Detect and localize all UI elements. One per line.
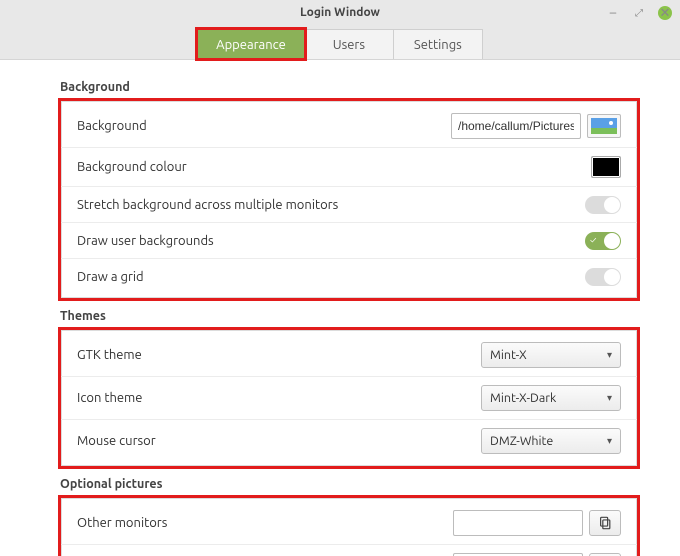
toggle-knob	[604, 197, 620, 213]
icon-theme-dropdown[interactable]: Mint-X-Dark ▾	[481, 385, 621, 411]
stretch-toggle[interactable]: ×	[585, 196, 621, 214]
close-icon[interactable]: ✕	[658, 6, 672, 20]
section-title-optional: Optional pictures	[60, 477, 640, 491]
tab-label: Appearance	[216, 38, 286, 52]
mouse-cursor-dropdown[interactable]: DMZ-White ▾	[481, 428, 621, 454]
background-path-input[interactable]	[451, 113, 581, 139]
minimize-icon[interactable]: –	[606, 6, 620, 20]
dropdown-value: Mint-X-Dark	[490, 391, 556, 405]
window-title: Login Window	[0, 0, 680, 19]
other-monitors-browse-button[interactable]	[589, 510, 621, 536]
row-other-monitors: Other monitors	[61, 502, 637, 544]
row-background-colour: Background colour	[61, 147, 637, 186]
label-draw-grid: Draw a grid	[77, 270, 144, 284]
label-mouse-cursor: Mouse cursor	[77, 434, 156, 448]
background-preview-button[interactable]	[587, 114, 621, 138]
tab-appearance[interactable]: Appearance	[197, 29, 305, 59]
tab-settings[interactable]: Settings	[393, 29, 483, 59]
panel-background: Background Background colour Stretch bac…	[58, 98, 640, 301]
toggle-knob	[604, 269, 620, 285]
row-stretch: Stretch background across multiple monit…	[61, 186, 637, 222]
panel-themes: GTK theme Mint-X ▾ Icon theme Mint-X-Dar…	[58, 327, 640, 469]
row-icon-theme: Icon theme Mint-X-Dark ▾	[61, 376, 637, 419]
row-bottom-left: Bottom left	[61, 544, 637, 556]
tab-label: Users	[333, 38, 365, 52]
section-title-themes: Themes	[60, 309, 640, 323]
toggle-knob	[604, 233, 620, 249]
label-gtk-theme: GTK theme	[77, 348, 142, 362]
toggle-on-mark: ✓	[590, 235, 596, 245]
background-colour-swatch[interactable]	[591, 156, 621, 178]
content-area: Background Background Background colour …	[0, 60, 680, 556]
label-icon-theme: Icon theme	[77, 391, 142, 405]
panel-optional: Other monitors Bottom left	[58, 495, 640, 556]
copy-icon	[598, 516, 612, 530]
other-monitors-input[interactable]	[453, 510, 583, 536]
chevron-down-icon: ▾	[607, 349, 612, 361]
draw-user-bg-toggle[interactable]: ✓	[585, 232, 621, 250]
chevron-down-icon: ▾	[607, 435, 612, 447]
row-draw-user-bg: Draw user backgrounds ✓	[61, 222, 637, 258]
dropdown-value: DMZ-White	[490, 434, 553, 448]
tab-users[interactable]: Users	[304, 29, 394, 59]
gtk-theme-dropdown[interactable]: Mint-X ▾	[481, 342, 621, 368]
image-thumb-icon	[591, 118, 617, 134]
tab-label: Settings	[414, 38, 462, 52]
draw-grid-toggle[interactable]: ×	[585, 268, 621, 286]
label-other-monitors: Other monitors	[77, 516, 167, 530]
control-group	[453, 510, 621, 536]
tab-bar: Appearance Users Settings	[0, 29, 680, 59]
label-background-colour: Background colour	[77, 160, 187, 174]
control-group	[451, 113, 621, 139]
row-background: Background	[61, 105, 637, 147]
label-draw-user-bg: Draw user backgrounds	[77, 234, 214, 248]
row-gtk-theme: GTK theme Mint-X ▾	[61, 334, 637, 376]
section-title-background: Background	[60, 80, 640, 94]
label-background: Background	[77, 119, 147, 133]
chevron-down-icon: ▾	[607, 392, 612, 404]
dropdown-value: Mint-X	[490, 348, 527, 362]
window-controls: – ⤢ ✕	[606, 6, 672, 20]
window-header: Login Window – ⤢ ✕ Appearance Users Sett…	[0, 0, 680, 60]
label-stretch: Stretch background across multiple monit…	[77, 198, 338, 212]
row-mouse-cursor: Mouse cursor DMZ-White ▾	[61, 419, 637, 462]
row-draw-grid: Draw a grid ×	[61, 258, 637, 294]
maximize-icon[interactable]: ⤢	[632, 6, 646, 20]
